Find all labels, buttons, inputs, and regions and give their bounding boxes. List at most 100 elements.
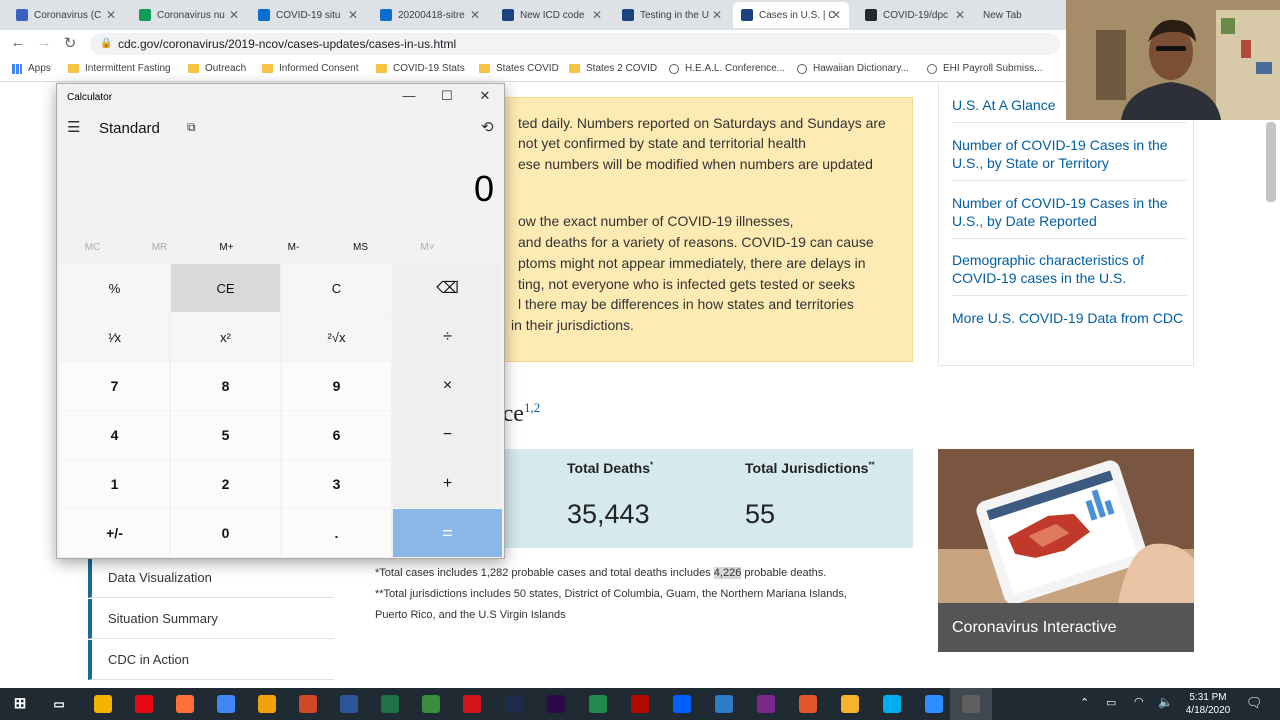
digit-5-button[interactable]: 5 <box>171 411 280 459</box>
bookmark-item[interactable]: Hawaiian Dictionary... <box>797 63 909 74</box>
digit-7-button[interactable]: 7 <box>60 362 169 410</box>
chrome-icon[interactable] <box>217 695 235 713</box>
premiere-icon[interactable] <box>547 695 565 713</box>
memory-subtract-button[interactable]: M- <box>260 242 327 253</box>
memory-store-button[interactable]: MS <box>327 242 394 253</box>
reciprocal-button[interactable]: ¹⁄x <box>60 313 169 361</box>
browser-tab[interactable]: New ICD code ✕ <box>494 2 610 28</box>
apps-bookmark[interactable]: Apps <box>12 63 51 74</box>
address-bar[interactable]: 🔒 cdc.gov/coronavirus/2019-ncov/cases-up… <box>90 33 1060 55</box>
memory-recall-button[interactable]: MR <box>126 242 193 253</box>
history-icon[interactable]: ⟲ <box>481 118 494 136</box>
excel-icon[interactable] <box>381 695 399 713</box>
captivate-icon[interactable] <box>589 695 607 713</box>
tray-chevron-icon[interactable]: ⌃ <box>1080 696 1089 709</box>
anaconda-icon[interactable] <box>422 695 440 713</box>
browser-tab[interactable]: Coronavirus (C ✕ <box>8 2 124 28</box>
bookmark-item[interactable]: EHI Payroll Submiss... <box>927 63 1042 74</box>
subtract-button[interactable]: − <box>393 411 502 459</box>
calculator-titlebar[interactable]: Calculator — ☐ ✕ <box>57 84 504 110</box>
add-button[interactable]: + <box>393 460 502 508</box>
windows-start-icon[interactable]: ⊞ <box>11 695 29 713</box>
bookmark-item[interactable]: H.E.A.L. Conference... <box>669 63 785 74</box>
close-icon[interactable]: ✕ <box>475 88 495 104</box>
leftnav-item[interactable]: Data Visualization <box>88 558 334 598</box>
square-button[interactable]: x² <box>171 313 280 361</box>
bookmark-item[interactable]: States COVID <box>479 63 559 74</box>
browser-tab[interactable]: Cases in U.S. | C ✕ <box>733 2 849 28</box>
photoshop-icon[interactable] <box>505 695 523 713</box>
close-tab-icon[interactable]: ✕ <box>348 8 358 22</box>
interactive-promo-card[interactable]: Coronavirus Interactive <box>938 449 1194 652</box>
task-view-icon[interactable]: ▭ <box>50 695 68 713</box>
minimize-icon[interactable]: — <box>399 88 419 103</box>
percent-button[interactable]: % <box>60 264 169 312</box>
digit-0-button[interactable]: 0 <box>171 509 280 557</box>
close-tab-icon[interactable]: ✕ <box>106 8 116 22</box>
close-tab-icon[interactable]: ✕ <box>229 8 239 22</box>
chrome-canary-icon[interactable] <box>258 695 276 713</box>
digit-4-button[interactable]: 4 <box>60 411 169 459</box>
clear-entry-button[interactable]: CE <box>171 264 280 312</box>
negate-button[interactable]: +/- <box>60 509 169 557</box>
digit-2-button[interactable]: 2 <box>171 460 280 508</box>
acrobat-reader-icon[interactable] <box>463 695 481 713</box>
skype-icon[interactable] <box>883 695 901 713</box>
close-tab-icon[interactable]: ✕ <box>470 8 480 22</box>
word-icon[interactable] <box>340 695 358 713</box>
bookmark-item[interactable]: Informed Consent <box>262 63 359 74</box>
browser-tab[interactable]: New Tab <box>975 2 1065 28</box>
close-tab-icon[interactable]: ✕ <box>955 8 965 22</box>
forward-icon[interactable]: → <box>34 34 54 51</box>
digit-9-button[interactable]: 9 <box>282 362 391 410</box>
digit-1-button[interactable]: 1 <box>60 460 169 508</box>
firefox-icon[interactable] <box>176 695 194 713</box>
close-tab-icon[interactable]: ✕ <box>592 8 602 22</box>
page-scrollbar[interactable] <box>1266 122 1276 202</box>
multiply-button[interactable]: × <box>393 362 502 410</box>
square-root-button[interactable]: ²√x <box>282 313 391 361</box>
backspace-button[interactable]: ⌫ <box>393 264 502 312</box>
leftnav-item[interactable]: Situation Summary <box>88 599 334 639</box>
close-tab-icon[interactable]: ✕ <box>712 8 722 22</box>
taskbar-clock[interactable]: 5:31 PM 4/18/2020 <box>1183 691 1233 717</box>
notifications-icon[interactable]: 🗨 <box>1246 695 1263 711</box>
decimal-button[interactable]: . <box>282 509 391 557</box>
acrobat-icon[interactable] <box>631 695 649 713</box>
close-tab-icon[interactable]: ✕ <box>831 8 841 22</box>
memory-add-button[interactable]: M+ <box>193 242 260 253</box>
file-explorer-icon[interactable] <box>94 695 112 713</box>
zoom-icon[interactable] <box>925 695 943 713</box>
rapidweaver-icon[interactable] <box>841 695 859 713</box>
browser-tab[interactable]: COVID-19/dpc ✕ <box>857 2 973 28</box>
bookmark-item[interactable]: States 2 COVID <box>569 63 657 74</box>
digit-6-button[interactable]: 6 <box>282 411 391 459</box>
reload-icon[interactable]: ↻ <box>60 34 80 52</box>
divide-button[interactable]: ÷ <box>393 313 502 361</box>
clear-button[interactable]: C <box>282 264 391 312</box>
browser-tab[interactable]: Testing in the U ✕ <box>614 2 730 28</box>
memory-clear-button[interactable]: MC <box>59 242 126 253</box>
leftnav-item[interactable]: CDC in Action <box>88 640 334 680</box>
sidenav-link[interactable]: Number of COVID-19 Cases in the U.S., by… <box>952 194 1187 239</box>
digit-3-button[interactable]: 3 <box>282 460 391 508</box>
wifi-icon[interactable]: ◠ <box>1134 695 1144 708</box>
bookmark-item[interactable]: Outreach <box>188 63 246 74</box>
winrar-icon[interactable] <box>757 695 775 713</box>
volume-icon[interactable]: 🔈 <box>1158 695 1173 709</box>
dropbox-icon[interactable] <box>673 695 691 713</box>
powerpoint-icon[interactable] <box>299 695 317 713</box>
equals-button[interactable]: = <box>393 509 502 557</box>
sidenav-link[interactable]: Demographic characteristics of COVID-19 … <box>952 251 1187 296</box>
browser-tab[interactable]: COVID-19 situ ✕ <box>250 2 366 28</box>
sidenav-link[interactable]: More U.S. COVID-19 Data from CDC <box>952 309 1187 335</box>
bookmark-item[interactable]: COVID-19 Stats <box>376 63 465 74</box>
heading-footnote-ref[interactable]: 1,2 <box>524 400 540 415</box>
keep-on-top-icon[interactable]: ⧉ <box>187 120 196 135</box>
memory-list-button[interactable]: M˅ <box>394 242 461 253</box>
back-icon[interactable]: ← <box>8 34 28 51</box>
app-r-icon[interactable] <box>799 695 817 713</box>
edge-icon[interactable] <box>715 695 733 713</box>
battery-icon[interactable]: ▭ <box>1106 696 1116 709</box>
browser-tab[interactable]: 20200418-sitre ✕ <box>372 2 488 28</box>
